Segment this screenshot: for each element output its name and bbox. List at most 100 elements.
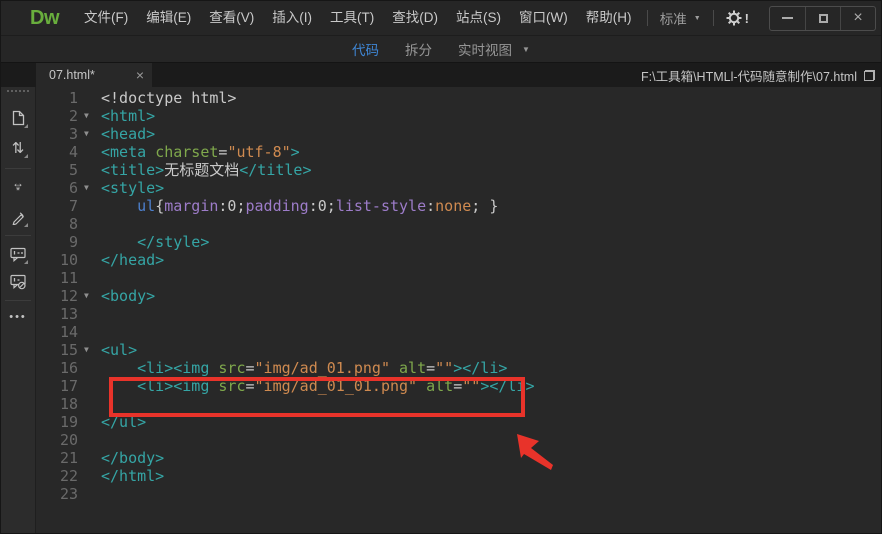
- code-line[interactable]: 19</ul>: [36, 413, 881, 431]
- file-path: F:\工具箱\HTMLl-代码随意制作\07.html: [641, 66, 857, 85]
- fold-arrow-icon[interactable]: ▼: [78, 341, 101, 359]
- line-number: 6: [36, 179, 78, 197]
- code-line[interactable]: 4 <meta charset="utf-8">: [36, 143, 881, 161]
- code-text: </style>: [101, 233, 209, 251]
- code-editor[interactable]: 1<!doctype html>2▼<html>3▼<head>4<meta c…: [36, 87, 881, 533]
- line-number: 11: [36, 269, 78, 287]
- move-updown-button[interactable]: ⇅: [7, 138, 29, 158]
- code-text: <meta charset="utf-8">: [101, 143, 300, 161]
- minimize-button[interactable]: [770, 7, 805, 30]
- view-mode-1[interactable]: 拆分: [405, 39, 432, 59]
- menu-item-5[interactable]: 查找(D): [383, 1, 447, 35]
- apply-comment-button[interactable]: [7, 244, 29, 264]
- remove-comment-icon: [10, 274, 27, 290]
- code-line[interactable]: 15▼<ul>: [36, 341, 881, 359]
- code-line[interactable]: 5<title>无标题文档</title>: [36, 161, 881, 179]
- open-documents-button[interactable]: [7, 108, 29, 128]
- line-number: 4: [36, 143, 78, 161]
- fold-arrow-icon[interactable]: ▼: [78, 125, 101, 143]
- code-line[interactable]: 7 ul{margin:0;padding:0;list-style:none;…: [36, 197, 881, 215]
- menu-item-3[interactable]: 插入(I): [263, 1, 321, 35]
- tab-label: 07.html*: [49, 68, 95, 82]
- code-line[interactable]: 8: [36, 215, 881, 233]
- menu-item-2[interactable]: 查看(V): [200, 1, 263, 35]
- gear-icon: [726, 10, 742, 26]
- more-options-button[interactable]: •••: [7, 307, 29, 327]
- code-line[interactable]: 13: [36, 305, 881, 323]
- close-button[interactable]: ×: [840, 7, 875, 30]
- fold-gutter: [78, 89, 101, 107]
- menu-item-0[interactable]: 文件(F): [75, 1, 137, 35]
- word-wrap-button[interactable]: ↔*: [7, 177, 29, 197]
- toolbar-grip[interactable]: [7, 90, 29, 92]
- view-mode-2[interactable]: 实时视图▼: [458, 39, 530, 59]
- code-line[interactable]: 14: [36, 323, 881, 341]
- code-text: </body>: [101, 449, 164, 467]
- tab-close-icon[interactable]: ×: [136, 69, 144, 81]
- code-text: <li><img src="img/ad_01_01.png" alt=""><…: [101, 377, 535, 395]
- code-line[interactable]: 10</head>: [36, 251, 881, 269]
- line-number: 16: [36, 359, 78, 377]
- menu-item-6[interactable]: 站点(S): [447, 1, 510, 35]
- sync-settings-button[interactable]: !: [726, 10, 749, 26]
- fold-arrow-icon[interactable]: ▼: [78, 287, 101, 305]
- dreamweaver-window: Dw 文件(F)编辑(E)查看(V)插入(I)工具(T)查找(D)站点(S)窗口…: [0, 0, 882, 534]
- code-text: </head>: [101, 251, 164, 269]
- tab-07-html[interactable]: 07.html* ×: [36, 63, 152, 87]
- menu-item-7[interactable]: 窗口(W): [510, 1, 577, 35]
- code-line[interactable]: 6▼<style>: [36, 179, 881, 197]
- code-line[interactable]: 2▼<html>: [36, 107, 881, 125]
- workspace-switcher[interactable]: 标准 ▼: [660, 8, 701, 28]
- menu-bar: 文件(F)编辑(E)查看(V)插入(I)工具(T)查找(D)站点(S)窗口(W)…: [75, 1, 640, 35]
- maximize-button[interactable]: [805, 7, 840, 30]
- menu-item-8[interactable]: 帮助(H): [577, 1, 641, 35]
- document-tab-bar: 07.html* × F:\工具箱\HTMLl-代码随意制作\07.html: [1, 63, 881, 87]
- submenu-corner-icon: [24, 223, 28, 227]
- edit-code-button[interactable]: [7, 207, 29, 227]
- fold-arrow-icon[interactable]: ▼: [78, 179, 101, 197]
- fold-arrow-icon[interactable]: ▼: [78, 107, 101, 125]
- code-line[interactable]: 17 <li><img src="img/ad_01_01.png" alt="…: [36, 377, 881, 395]
- fold-gutter: [78, 305, 101, 323]
- fold-gutter: [78, 467, 101, 485]
- code-line[interactable]: 12▼<body>: [36, 287, 881, 305]
- view-mode-label: 拆分: [405, 39, 432, 59]
- submenu-corner-icon: [24, 154, 28, 158]
- chevron-down-icon: ▼: [694, 15, 701, 22]
- code-line[interactable]: 11: [36, 269, 881, 287]
- fold-gutter: [78, 323, 101, 341]
- code-line[interactable]: 22</html>: [36, 467, 881, 485]
- code-text: ul{margin:0;padding:0;list-style:none; }: [101, 197, 498, 215]
- line-number: 5: [36, 161, 78, 179]
- remove-comment-button[interactable]: [7, 272, 29, 292]
- menu-item-1[interactable]: 编辑(E): [137, 1, 200, 35]
- fold-gutter: [78, 485, 101, 503]
- code-line[interactable]: 23: [36, 485, 881, 503]
- alert-badge: !: [745, 11, 749, 26]
- submenu-corner-icon: [24, 260, 28, 264]
- open-documents-icon: [11, 110, 25, 126]
- title-bar: Dw 文件(F)编辑(E)查看(V)插入(I)工具(T)查找(D)站点(S)窗口…: [1, 1, 881, 36]
- code-line[interactable]: 9 </style>: [36, 233, 881, 251]
- line-number: 9: [36, 233, 78, 251]
- code-text: <html>: [101, 107, 155, 125]
- fold-gutter: [78, 377, 101, 395]
- menu-item-4[interactable]: 工具(T): [321, 1, 383, 35]
- code-line[interactable]: 21</body>: [36, 449, 881, 467]
- view-mode-label: 代码: [352, 39, 379, 59]
- toolbar-divider: [5, 300, 31, 301]
- code-line[interactable]: 18: [36, 395, 881, 413]
- line-number: 15: [36, 341, 78, 359]
- code-line[interactable]: 16 <li><img src="img/ad_01.png" alt=""><…: [36, 359, 881, 377]
- related-files-icon[interactable]: [864, 70, 875, 81]
- view-mode-0[interactable]: 代码: [352, 39, 379, 59]
- code-line[interactable]: 3▼<head>: [36, 125, 881, 143]
- code-text: </ul>: [101, 413, 146, 431]
- code-line[interactable]: 20: [36, 431, 881, 449]
- fold-gutter: [78, 413, 101, 431]
- line-number: 2: [36, 107, 78, 125]
- line-number: 8: [36, 215, 78, 233]
- fold-gutter: [78, 233, 101, 251]
- code-line[interactable]: 1<!doctype html>: [36, 89, 881, 107]
- fold-gutter: [78, 395, 101, 413]
